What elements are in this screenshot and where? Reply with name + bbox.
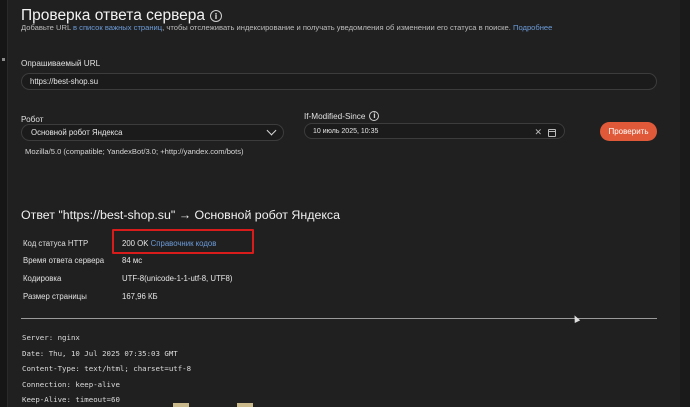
url-input-value: https://best-shop.su — [30, 77, 99, 86]
info-icon[interactable]: i — [369, 111, 380, 121]
encoding-value: UTF-8(unicode-1-1-utf-8, UTF8) — [122, 274, 233, 283]
calendar-icon[interactable] — [548, 129, 556, 137]
encoding-label: Кодировка — [23, 274, 62, 283]
user-agent-text: Mozilla/5.0 (compatible; YandexBot/3.0; … — [25, 147, 244, 156]
url-input[interactable]: https://best-shop.su — [21, 73, 657, 90]
response-header-line: Keep-Alive: timeout=60 — [22, 395, 120, 404]
page-size-value: 167,96 КБ — [122, 292, 158, 301]
info-icon[interactable]: i — [210, 10, 223, 22]
status-code-text: 200 OK — [122, 239, 149, 248]
codes-reference-link[interactable]: Справочник кодов — [151, 239, 217, 248]
check-button[interactable]: Проверить — [600, 122, 657, 141]
more-link[interactable]: Подробнее — [513, 23, 552, 32]
status-code-label: Код статуса HTTP — [23, 239, 89, 248]
response-time-value: 84 мс — [122, 256, 143, 265]
response-header-line: Date: Thu, 10 Jul 2025 07:35:03 GMT — [22, 349, 178, 358]
left-sidebar-strip — [0, 0, 8, 407]
response-time-label: Время ответа сервера — [23, 256, 105, 265]
ims-label-text: If-Modified-Since — [304, 111, 366, 121]
chevron-down-icon — [266, 125, 277, 135]
response-header-line: Connection: keep-alive — [22, 380, 120, 389]
robot-select[interactable]: Основной робот Яндекса — [21, 124, 284, 141]
subtitle-text: Добавьте URL — [21, 23, 73, 32]
mouse-cursor-icon — [571, 314, 581, 323]
sidebar-marker — [2, 58, 5, 61]
ims-date-input[interactable]: 10 июль 2025, 10:35 ✕ — [304, 123, 565, 139]
response-header-line: Server: nginx — [22, 333, 80, 342]
date-icons: ✕ — [534, 127, 556, 138]
subtitle-text-end: , чтобы отслеживать индексирование и пол… — [162, 23, 513, 32]
result-title: Ответ "https://best-shop.su" → Основной … — [21, 208, 340, 222]
right-scroll-strip[interactable] — [680, 0, 690, 407]
taskbar-item[interactable] — [173, 403, 189, 407]
clear-icon[interactable]: ✕ — [534, 127, 542, 138]
url-label: Опрашиваемый URL — [21, 59, 101, 68]
status-code-value: 200 OK Справочник кодов — [122, 239, 216, 248]
robot-select-value: Основной робот Яндекса — [31, 128, 123, 137]
page-size-label: Размер страницы — [23, 292, 87, 301]
important-pages-link[interactable]: в список важных страниц — [73, 23, 162, 32]
taskbar-item[interactable] — [237, 403, 253, 407]
section-divider — [21, 318, 657, 319]
ims-date-value: 10 июль 2025, 10:35 — [313, 127, 379, 135]
robot-label: Робот — [21, 115, 44, 124]
ims-label: If-Modified-Since i — [304, 111, 380, 121]
page-subtitle: Добавьте URL в список важных страниц, чт… — [21, 23, 552, 32]
response-header-line: Content-Type: text/html; charset=utf-8 — [22, 364, 192, 373]
